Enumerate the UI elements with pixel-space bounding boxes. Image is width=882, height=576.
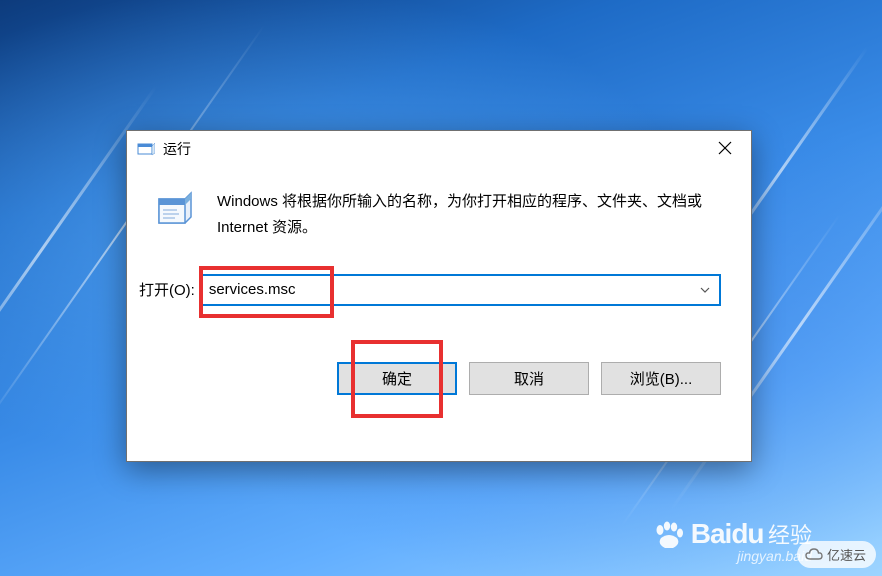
close-icon bbox=[718, 141, 732, 155]
baidu-watermark: Baidu 经验 jingyan.baid bbox=[653, 518, 812, 564]
close-button[interactable] bbox=[701, 132, 749, 164]
run-dialog-icon bbox=[137, 142, 155, 156]
dialog-title: 运行 bbox=[163, 139, 701, 159]
chevron-down-icon bbox=[700, 287, 710, 293]
ok-button[interactable]: 确定 bbox=[337, 362, 457, 395]
browse-button[interactable]: 浏览(B)... bbox=[601, 362, 721, 395]
run-dialog: 运行 Windows 将根据你所输入的名称，为你打开相应的程序、文件夹、文档或 … bbox=[126, 130, 752, 462]
open-input[interactable] bbox=[201, 281, 691, 298]
paw-icon bbox=[653, 520, 685, 550]
baidu-subtext: jingyan.baid bbox=[653, 548, 812, 564]
open-combobox[interactable] bbox=[199, 274, 721, 306]
dropdown-arrow[interactable] bbox=[691, 287, 719, 293]
open-label: 打开(O): bbox=[139, 279, 195, 300]
titlebar[interactable]: 运行 bbox=[127, 131, 751, 167]
dialog-description: Windows 将根据你所输入的名称，为你打开相应的程序、文件夹、文档或 Int… bbox=[217, 187, 721, 242]
yisu-watermark: 亿速云 bbox=[797, 541, 876, 568]
yisu-text: 亿速云 bbox=[827, 545, 866, 564]
baidu-brand-text: Baidu bbox=[691, 518, 764, 549]
cancel-button[interactable]: 取消 bbox=[469, 362, 589, 395]
cloud-icon bbox=[805, 548, 823, 562]
run-program-icon bbox=[153, 187, 197, 231]
